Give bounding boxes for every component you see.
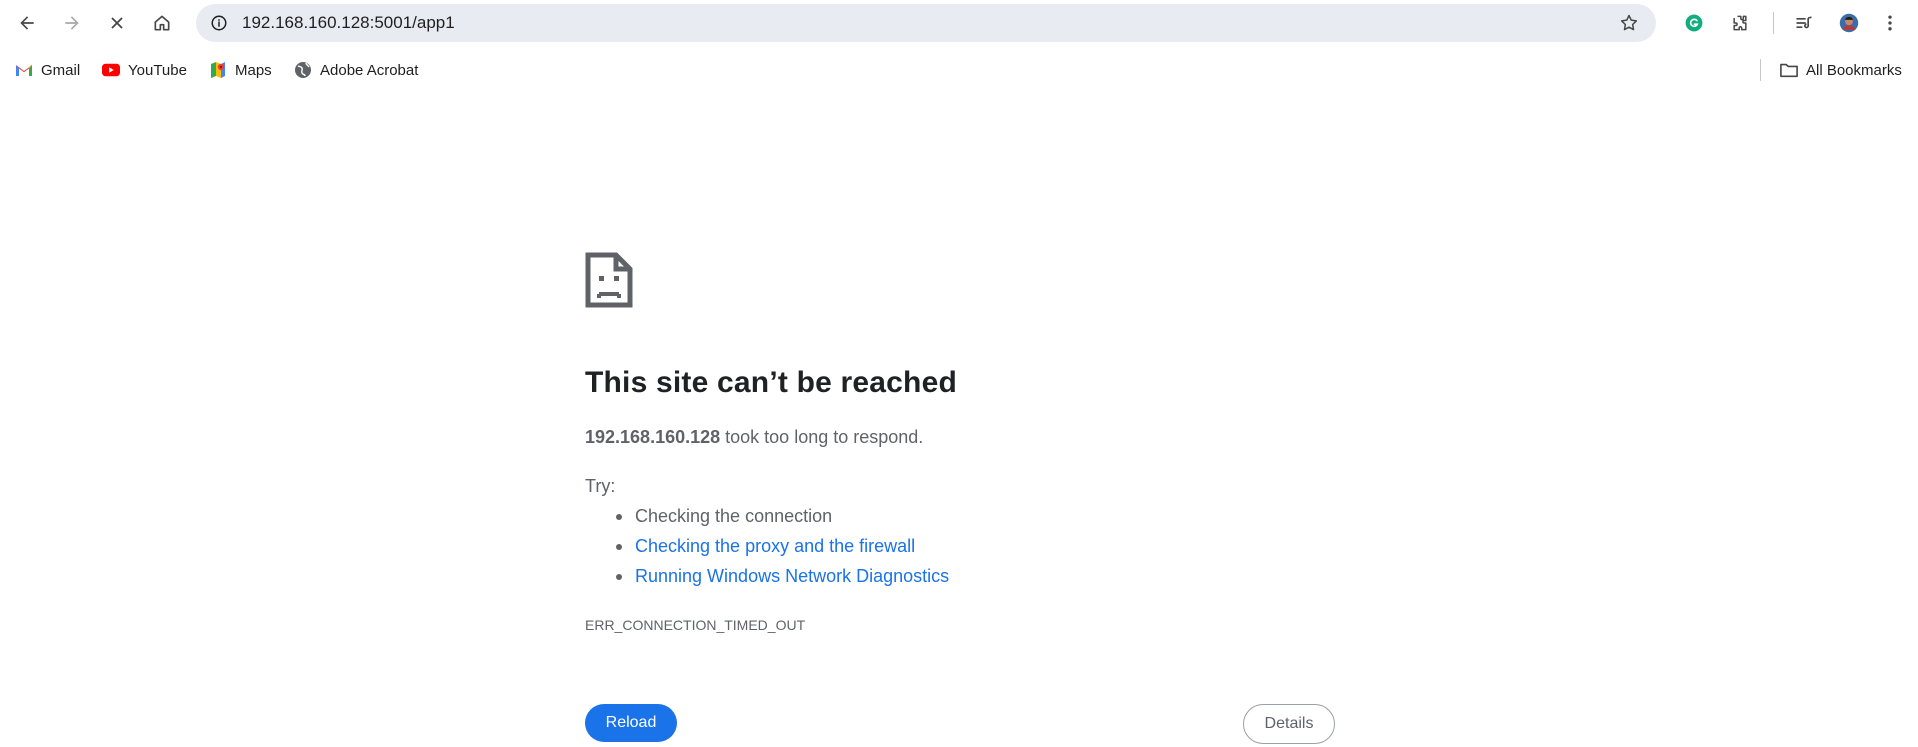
avatar <box>1839 13 1859 33</box>
suggestion-list: Checking the connection Checking the pro… <box>585 503 949 593</box>
error-title: This site can’t be reached <box>585 366 957 399</box>
error-message: 192.168.160.128 took too long to respond… <box>585 427 923 448</box>
bookmark-adobe-acrobat[interactable]: Adobe Acrobat <box>290 55 422 85</box>
error-message-text: took too long to respond. <box>720 427 924 447</box>
list-item: Checking the proxy and the firewall <box>585 533 949 563</box>
globe-icon <box>294 61 312 79</box>
site-info-button[interactable] <box>204 8 234 38</box>
bookmark-label: Adobe Acrobat <box>320 61 419 79</box>
bookmarks-divider <box>1760 59 1761 81</box>
extensions-button[interactable] <box>1723 6 1757 40</box>
gmail-icon <box>15 61 33 79</box>
puzzle-icon <box>1733 15 1747 31</box>
details-button[interactable]: Details <box>1243 704 1335 744</box>
arrow-left-icon <box>20 16 34 30</box>
profile-button[interactable] <box>1832 6 1866 40</box>
home-icon <box>154 15 170 31</box>
error-code: ERR_CONNECTION_TIMED_OUT <box>585 617 806 633</box>
youtube-icon <box>102 61 120 79</box>
suggestion-check-connection: Checking the connection <box>635 506 833 526</box>
address-bar[interactable]: 192.168.160.128:5001/app1 <box>196 4 1656 42</box>
url-text[interactable]: 192.168.160.128:5001/app1 <box>242 4 455 42</box>
toolbar-divider <box>1773 12 1774 34</box>
bookmark-star-button[interactable] <box>1616 10 1642 36</box>
grammarly-icon <box>1685 14 1703 32</box>
bookmark-label: Maps <box>235 61 272 79</box>
bookmark-maps[interactable]: Maps <box>205 55 276 85</box>
maps-icon <box>209 61 227 79</box>
reload-button[interactable]: Reload <box>585 704 677 742</box>
menu-button[interactable] <box>1875 6 1905 40</box>
playlist-icon <box>1796 16 1812 29</box>
close-icon <box>111 17 123 29</box>
bookmarks-bar: Gmail YouTube Maps Adobe Acrobat All Boo… <box>0 55 1918 85</box>
stop-loading-button[interactable] <box>100 6 134 40</box>
bookmark-label: YouTube <box>128 61 187 79</box>
try-label: Try: <box>585 476 616 496</box>
suggestion-network-diagnostics-link[interactable]: Running Windows Network Diagnostics <box>635 566 949 586</box>
bookmark-label: Gmail <box>41 61 81 79</box>
folder-icon <box>1780 61 1798 79</box>
reading-list-button[interactable] <box>1787 6 1821 40</box>
arrow-right-icon <box>65 16 79 30</box>
kebab-menu-icon <box>1888 15 1892 31</box>
all-bookmarks-label: All Bookmarks <box>1806 61 1902 79</box>
back-button[interactable] <box>10 6 44 40</box>
browser-toolbar: 192.168.160.128:5001/app1 <box>0 0 1918 45</box>
home-button[interactable] <box>145 6 179 40</box>
list-item: Checking the connection <box>585 503 949 533</box>
error-host: 192.168.160.128 <box>585 427 721 447</box>
list-item: Running Windows Network Diagnostics <box>585 563 949 593</box>
star-icon <box>1620 14 1638 31</box>
info-icon <box>211 15 227 31</box>
grammarly-button[interactable] <box>1677 6 1711 40</box>
sad-document-icon <box>585 252 633 308</box>
suggestion-proxy-firewall-link[interactable]: Checking the proxy and the firewall <box>635 536 915 556</box>
bookmark-youtube[interactable]: YouTube <box>98 55 191 85</box>
bookmark-gmail[interactable]: Gmail <box>11 55 84 85</box>
all-bookmarks-button[interactable]: All Bookmarks <box>1776 55 1906 85</box>
forward-button[interactable] <box>55 6 89 40</box>
